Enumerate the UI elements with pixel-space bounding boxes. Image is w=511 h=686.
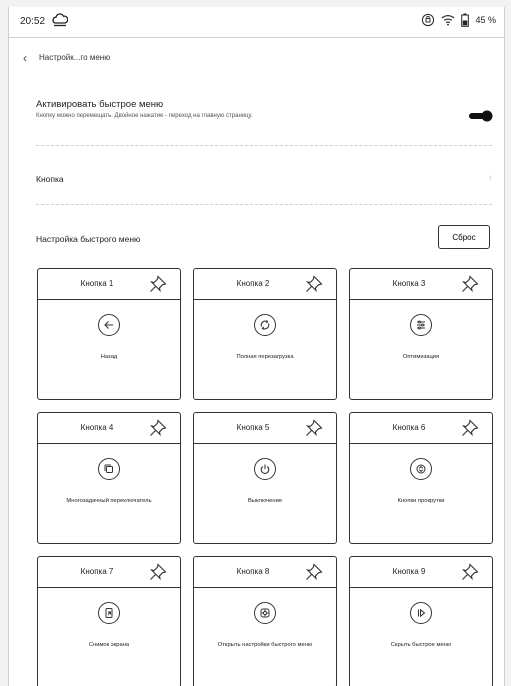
pin-icon[interactable] — [461, 275, 479, 293]
pin-icon[interactable] — [461, 563, 479, 581]
card-title: Кнопка 8 — [236, 567, 270, 576]
card-header: Кнопка 8 — [194, 557, 336, 588]
quick-menu-title: Активировать быстрое меню — [36, 99, 164, 110]
pin-icon[interactable] — [305, 419, 323, 437]
card-header: Кнопка 5 — [194, 413, 336, 444]
quick-menu-subtitle: Кнопку можно перемещать. Двойное нажатие… — [36, 113, 253, 119]
settings-icon — [254, 602, 276, 624]
pin-icon[interactable] — [149, 563, 167, 581]
page-title: Настройк...го меню — [39, 53, 111, 62]
card-label: Открыть настройки быстрого меню — [217, 642, 313, 648]
card-title: Кнопка 1 — [80, 279, 114, 288]
card-label: Кнопки прокрутки — [397, 498, 445, 504]
pin-icon[interactable] — [149, 275, 167, 293]
quick-button-card-5[interactable]: Кнопка 5 Выключение — [193, 412, 337, 544]
card-label: Многозадачный переключатель — [66, 498, 152, 504]
battery-percent: 45 % — [475, 15, 496, 25]
card-header: Кнопка 7 — [38, 557, 180, 588]
reset-button[interactable]: Сброс — [438, 225, 490, 249]
card-label: Выключение — [247, 498, 283, 504]
chevron-right-icon[interactable]: › — [489, 172, 492, 183]
card-title: Кнопка 3 — [392, 279, 426, 288]
refresh-icon — [254, 314, 276, 336]
card-title: Кнопка 6 — [392, 423, 426, 432]
divider — [36, 204, 492, 205]
card-title: Кнопка 7 — [80, 567, 114, 576]
card-header: Кнопка 3 — [350, 269, 492, 300]
divider — [36, 145, 492, 146]
card-header: Кнопка 6 — [350, 413, 492, 444]
hide-menu-icon — [410, 602, 432, 624]
screenshot-icon — [98, 602, 120, 624]
quick-button-card-2[interactable]: Кнопка 2 Полная перезагрузка — [193, 268, 337, 400]
card-label: Скрыть быстрое меню — [390, 642, 452, 648]
quick-button-card-6[interactable]: Кнопка 6 Кнопки прокрутки — [349, 412, 493, 544]
status-time: 20:52 — [20, 16, 46, 27]
quick-menu-toggle[interactable] — [469, 110, 493, 122]
card-header: Кнопка 9 — [350, 557, 492, 588]
card-title: Кнопка 9 — [392, 567, 426, 576]
wifi-icon — [442, 15, 455, 26]
quick-button-card-3[interactable]: Кнопка 3 Оптимизация — [349, 268, 493, 400]
card-header: Кнопка 2 — [194, 269, 336, 300]
card-header: Кнопка 4 — [38, 413, 180, 444]
pin-icon[interactable] — [305, 563, 323, 581]
card-label: Оптимизация — [402, 354, 440, 360]
card-header: Кнопка 1 — [38, 269, 180, 300]
cloud-sync-icon — [52, 13, 68, 27]
card-label: Полная перезагрузка — [236, 354, 294, 360]
quick-button-card-8[interactable]: Кнопка 8 Открыть настройки быстрого меню — [193, 556, 337, 686]
nav-bar: ‹ Настройк...го меню — [9, 51, 504, 67]
rotation-lock-icon — [422, 13, 435, 27]
scroll-buttons-icon — [410, 458, 432, 480]
card-label: Снимок экрана — [88, 642, 130, 648]
optimize-icon — [410, 314, 432, 336]
quick-button-card-1[interactable]: Кнопка 1 Назад — [37, 268, 181, 400]
button-row-label[interactable]: Кнопка — [36, 174, 492, 184]
back-chevron-icon[interactable]: ‹ — [23, 51, 27, 65]
quick-menu-config-label: Настройка быстрого меню — [36, 234, 141, 244]
back-arrow-icon — [98, 314, 120, 336]
multitask-icon — [98, 458, 120, 480]
quick-button-card-9[interactable]: Кнопка 9 Скрыть быстрое меню — [349, 556, 493, 686]
settings-screen: 20:52 45 % ‹ Настройк...го меню Активиро… — [8, 7, 505, 686]
pin-icon[interactable] — [149, 419, 167, 437]
battery-icon — [461, 13, 470, 27]
pin-icon[interactable] — [461, 419, 479, 437]
card-title: Кнопка 2 — [236, 279, 270, 288]
quick-button-card-4[interactable]: Кнопка 4 Многозадачный переключатель — [37, 412, 181, 544]
power-icon — [254, 458, 276, 480]
quick-button-card-7[interactable]: Кнопка 7 Снимок экрана — [37, 556, 181, 686]
card-title: Кнопка 4 — [80, 423, 114, 432]
card-label: Назад — [100, 354, 118, 360]
status-bar: 20:52 45 % — [9, 7, 504, 38]
card-title: Кнопка 5 — [236, 423, 270, 432]
pin-icon[interactable] — [305, 275, 323, 293]
